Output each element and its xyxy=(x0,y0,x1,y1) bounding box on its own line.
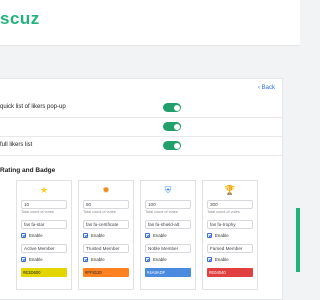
badge-column: ⛨ 100 Total count of votes fas fa-shield… xyxy=(140,180,196,290)
enable-checkbox-row[interactable]: Enable xyxy=(145,257,167,263)
enable-checkbox[interactable] xyxy=(207,233,212,239)
badge-name-input[interactable]: Trusted Member xyxy=(83,244,129,253)
enable-checkbox-row[interactable]: Enable xyxy=(21,257,43,263)
enable-checkbox-row[interactable]: Enable xyxy=(83,257,105,263)
enable-checkbox[interactable] xyxy=(207,257,212,263)
enable-label: Enable xyxy=(215,257,229,262)
side-accent xyxy=(296,208,300,272)
icon-class-input[interactable]: fas fa-certificate xyxy=(83,220,129,229)
full-likers-toggle[interactable] xyxy=(163,141,181,150)
enable-label: Enable xyxy=(91,257,105,262)
enable-label: Enable xyxy=(153,257,167,262)
votes-count-input[interactable]: 50 xyxy=(83,200,129,209)
badge-column: ★ 10 Total count of votes fas fa-star En… xyxy=(16,180,72,290)
badge-color-picker[interactable]: #E04040 xyxy=(207,268,253,277)
badge-color-picker[interactable]: #FF8120 xyxy=(83,268,129,277)
enable-checkbox-row[interactable]: Enable xyxy=(207,233,229,239)
option-row-quick-likers: quick list of likers pop-up xyxy=(0,100,283,118)
icon-class-input[interactable]: fas fa-trophy xyxy=(207,220,253,229)
option-label: quick list of likers pop-up xyxy=(0,104,66,110)
star-icon: ★ xyxy=(39,185,49,195)
badge-column: ✹ 50 Total count of votes fas fa-certifi… xyxy=(78,180,134,290)
enable-label: Enable xyxy=(91,233,105,238)
section-title: Rating and Badge xyxy=(0,167,56,174)
shield-icon: ⛨ xyxy=(164,185,172,195)
votes-count-hint: Total count of votes xyxy=(83,210,116,214)
option-row-2 xyxy=(0,119,283,137)
enable-checkbox-row[interactable]: Enable xyxy=(207,257,229,263)
enable-checkbox-row[interactable]: Enable xyxy=(83,233,105,239)
enable-checkbox[interactable] xyxy=(21,233,26,239)
brand-logo: scuz xyxy=(0,9,40,28)
enable-checkbox-row[interactable]: Enable xyxy=(145,233,167,239)
votes-count-hint: Total count of votes xyxy=(21,210,54,214)
enable-checkbox[interactable] xyxy=(21,257,26,263)
votes-count-input[interactable]: 10 xyxy=(21,200,67,209)
enable-label: Enable xyxy=(29,257,43,262)
enable-checkbox-row[interactable]: Enable xyxy=(21,233,43,239)
badge-columns: ★ 10 Total count of votes fas fa-star En… xyxy=(0,180,283,300)
icon-class-input[interactable]: fas fa-star xyxy=(21,220,67,229)
certificate-icon: ✹ xyxy=(102,185,110,195)
enable-label: Enable xyxy=(153,233,167,238)
enable-label: Enable xyxy=(215,233,229,238)
votes-count-hint: Total count of votes xyxy=(145,210,178,214)
quick-likers-toggle[interactable] xyxy=(163,103,181,112)
option-row-full-likers: full likers list xyxy=(0,138,283,156)
enable-checkbox[interactable] xyxy=(83,233,88,239)
trophy-icon: 🏆 xyxy=(224,185,236,195)
badge-column: 🏆 300 Total count of votes fas fa-trophy… xyxy=(202,180,258,290)
badge-color-picker[interactable]: #4A8ADF xyxy=(145,268,191,277)
enable-checkbox[interactable] xyxy=(145,257,150,263)
badge-color-picker[interactable]: #E3D600 xyxy=(21,268,67,277)
back-link[interactable]: ‹ Back xyxy=(258,85,275,91)
enable-checkbox[interactable] xyxy=(83,257,88,263)
badge-name-input[interactable]: Famed Member xyxy=(207,244,253,253)
badge-name-input[interactable]: Noble Member xyxy=(145,244,191,253)
votes-count-hint: Total count of votes xyxy=(207,210,240,214)
badge-name-input[interactable]: Active Member xyxy=(21,244,67,253)
top-bar: scuz xyxy=(0,0,300,46)
votes-count-input[interactable]: 100 xyxy=(145,200,191,209)
option-label: full likers list xyxy=(0,142,33,148)
settings-panel: ‹ Back quick list of likers pop-up full … xyxy=(0,78,283,300)
enable-checkbox[interactable] xyxy=(145,233,150,239)
enable-label: Enable xyxy=(29,233,43,238)
option-2-toggle[interactable] xyxy=(163,122,181,131)
icon-class-input[interactable]: fas fa-shield-alt xyxy=(145,220,191,229)
votes-count-input[interactable]: 300 xyxy=(207,200,253,209)
